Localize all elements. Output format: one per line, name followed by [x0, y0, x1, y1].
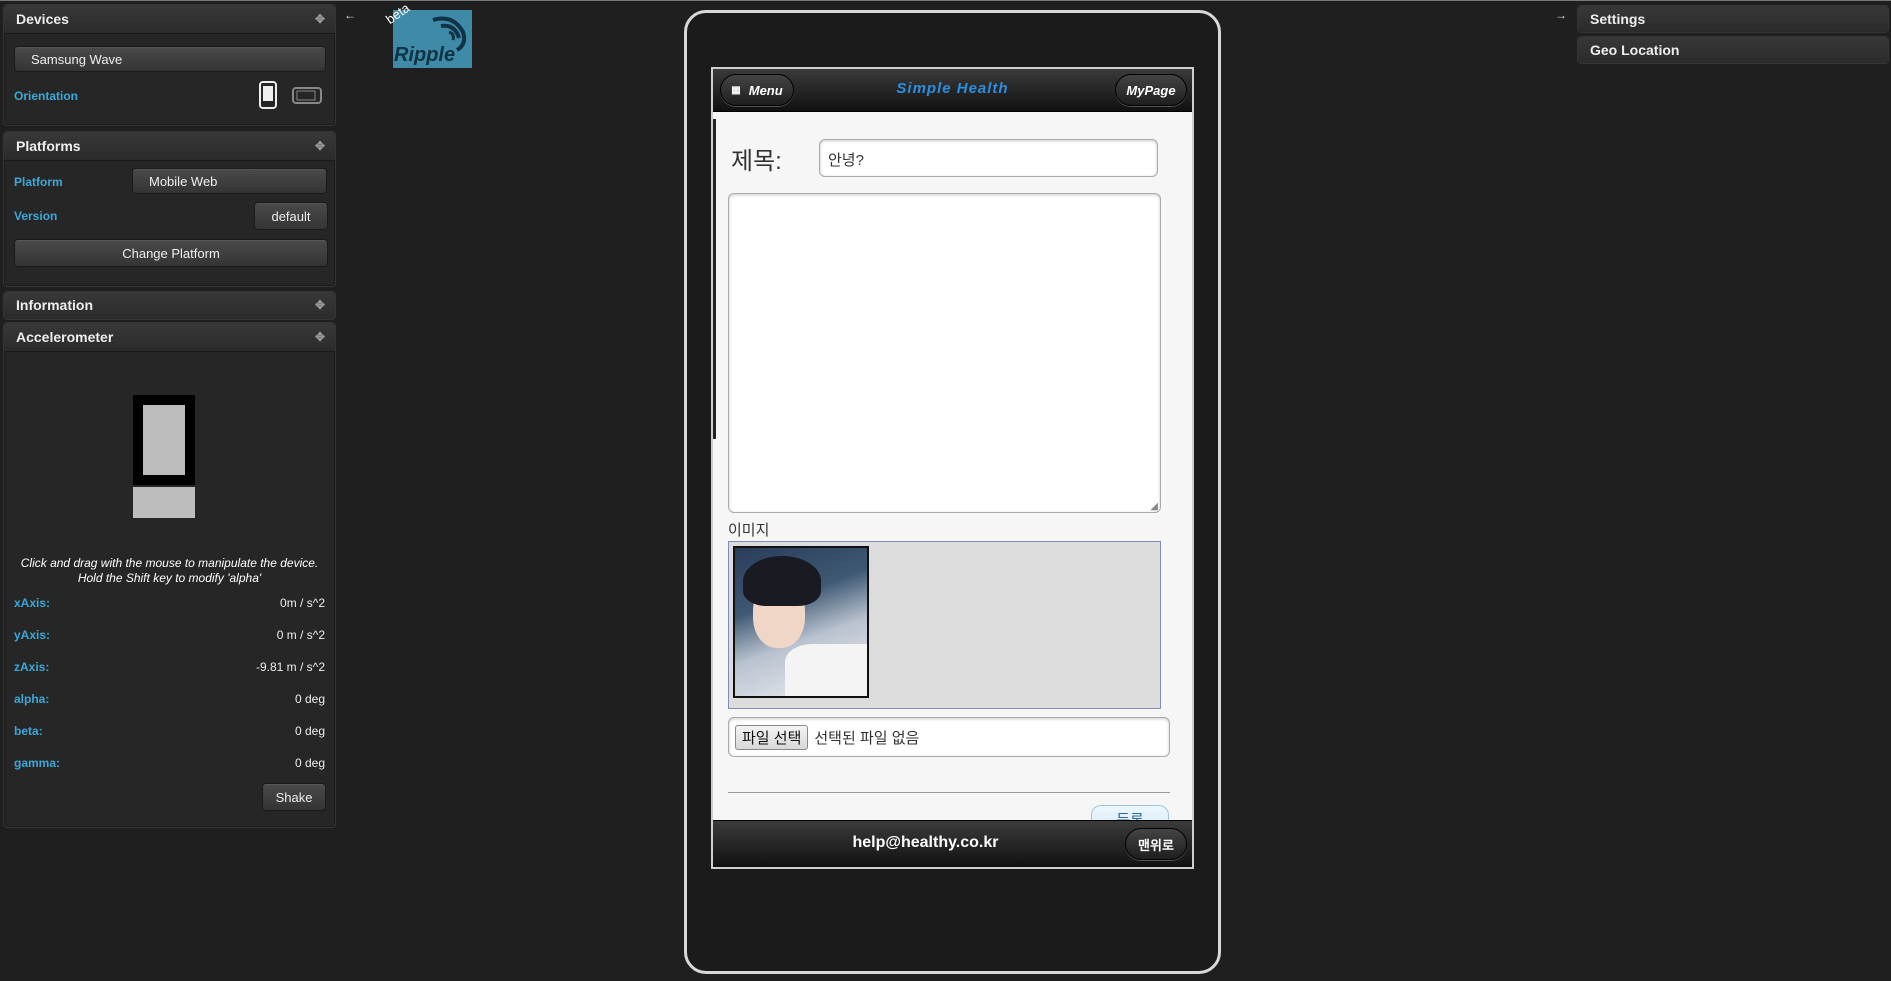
platform-label: Platform — [14, 175, 63, 189]
orientation-label: Orientation — [14, 89, 79, 103]
accel-row: alpha: 0 deg — [4, 692, 335, 712]
pin-icon[interactable]: ✥ — [315, 132, 325, 160]
portrait-orientation-icon[interactable] — [259, 81, 277, 109]
accel-row: xAxis: 0m / s^2 — [4, 596, 335, 616]
platforms-panel-title: Platforms — [16, 138, 81, 154]
footer-email: help@healthy.co.kr — [852, 834, 999, 851]
accel-row-value: 0m / s^2 — [280, 596, 325, 610]
platforms-panel: Platforms ✥ Platform Mobile Web Version … — [3, 131, 336, 287]
devices-panel: Devices ✥ Samsung Wave Orientation — [3, 4, 336, 126]
accelerometer-instructions: Click and drag with the mouse to manipul… — [4, 556, 335, 586]
information-panel-title: Information — [16, 297, 93, 313]
subject-label: 제목: — [731, 148, 782, 175]
change-platform-button[interactable]: Change Platform — [14, 239, 328, 267]
accelerometer-device-model[interactable] — [133, 395, 195, 519]
subject-input-value: 안녕? — [828, 152, 864, 169]
accel-row-value: 0 m / s^2 — [276, 628, 325, 642]
accel-row-label: yAxis: — [14, 628, 51, 642]
geo-location-panel-title: Geo Location — [1590, 42, 1680, 58]
device-model-screen — [143, 405, 185, 475]
accel-row-value: 0 deg — [294, 692, 325, 706]
devices-panel-header[interactable]: Devices ✥ — [4, 5, 335, 34]
form-divider — [728, 792, 1170, 793]
pin-icon[interactable]: ✥ — [315, 5, 325, 33]
version-select-value: default — [271, 208, 311, 224]
app-footer: help@healthy.co.kr 맨위로 — [713, 820, 1192, 867]
device-select[interactable]: Samsung Wave — [14, 46, 326, 72]
collapse-right-panel-icon[interactable]: → — [1555, 8, 1569, 22]
top-border — [0, 0, 1891, 1]
image-preview-area[interactable] — [728, 541, 1161, 709]
instructions-line-2: Hold the Shift key to modify 'alpha' — [77, 571, 262, 585]
mypage-button[interactable]: MyPage — [1115, 74, 1187, 106]
accel-row: beta: 0 deg — [4, 724, 335, 744]
ripple-logo: Ripple beta — [383, 0, 472, 68]
settings-panel-header[interactable]: Settings — [1578, 6, 1888, 32]
mypage-button-label: MyPage — [1126, 82, 1176, 98]
shake-button[interactable]: Shake — [262, 783, 326, 811]
accel-row-value: 0 deg — [294, 724, 325, 738]
back-to-top-button-label: 맨위로 — [1138, 837, 1174, 853]
version-label: Version — [14, 209, 58, 223]
file-input[interactable]: 파일 선택 선택된 파일 없음 — [728, 717, 1170, 757]
choose-file-button[interactable]: 파일 선택 — [735, 724, 809, 750]
ripple-logo-text: Ripple — [394, 44, 456, 66]
back-to-top-button[interactable]: 맨위로 — [1125, 828, 1187, 860]
uploaded-photo — [733, 546, 869, 698]
device-model-base — [133, 487, 195, 518]
accelerometer-panel: Accelerometer ✥ Click and drag with the … — [3, 322, 336, 828]
accel-row: zAxis: -9.81 m / s^2 — [4, 660, 335, 680]
accel-row-value: -9.81 m / s^2 — [256, 660, 325, 674]
resize-handle-icon[interactable]: ◢ — [1150, 501, 1158, 512]
subject-input[interactable]: 안녕? — [819, 139, 1158, 177]
platforms-panel-header[interactable]: Platforms ✥ — [4, 132, 335, 161]
accel-row-label: beta: — [14, 724, 43, 738]
accel-row-label: alpha: — [14, 692, 50, 706]
geo-location-panel[interactable]: Geo Location — [1577, 36, 1889, 64]
accel-row-label: xAxis: — [14, 596, 51, 610]
pin-icon[interactable]: ✥ — [315, 323, 325, 351]
accel-row-value: 0 deg — [294, 756, 325, 770]
settings-panel-title: Settings — [1590, 11, 1646, 27]
scroll-indicator — [713, 119, 716, 439]
body-textarea[interactable]: ◢ — [728, 193, 1161, 513]
settings-panel[interactable]: Settings — [1577, 5, 1889, 33]
platform-select[interactable]: Mobile Web — [132, 168, 327, 194]
image-label: 이미지 — [728, 522, 770, 539]
instructions-line-1: Click and drag with the mouse to manipul… — [20, 556, 319, 570]
photo-hair — [743, 556, 821, 606]
accel-row-label: gamma: — [14, 756, 61, 770]
device-select-value: Samsung Wave — [31, 51, 123, 67]
accel-row: gamma: 0 deg — [4, 756, 335, 776]
app-header: ▦ Menu Simple Health MyPage — [713, 69, 1192, 112]
file-status: 선택된 파일 없음 — [814, 729, 920, 747]
photo-shirt — [785, 644, 867, 696]
shake-button-label: Shake — [275, 789, 313, 805]
change-platform-button-label: Change Platform — [122, 245, 220, 261]
device-screen: ▦ Menu Simple Health MyPage 제목: 안녕? ◢ 이미… — [711, 67, 1194, 869]
version-select[interactable]: default — [254, 202, 328, 230]
accelerometer-panel-header[interactable]: Accelerometer ✥ — [4, 323, 335, 352]
accelerometer-panel-title: Accelerometer — [16, 329, 114, 345]
information-panel[interactable]: Information ✥ — [3, 291, 336, 320]
geo-location-panel-header[interactable]: Geo Location — [1578, 37, 1888, 63]
landscape-orientation-icon[interactable] — [292, 87, 322, 104]
platform-select-value: Mobile Web — [149, 173, 218, 189]
accel-row: yAxis: 0 m / s^2 — [4, 628, 335, 648]
collapse-left-panel-icon[interactable]: ← — [344, 8, 358, 22]
devices-panel-title: Devices — [16, 11, 69, 27]
accel-row-label: zAxis: — [14, 660, 50, 674]
information-panel-header[interactable]: Information ✥ — [4, 292, 335, 319]
pin-icon[interactable]: ✥ — [315, 292, 325, 319]
